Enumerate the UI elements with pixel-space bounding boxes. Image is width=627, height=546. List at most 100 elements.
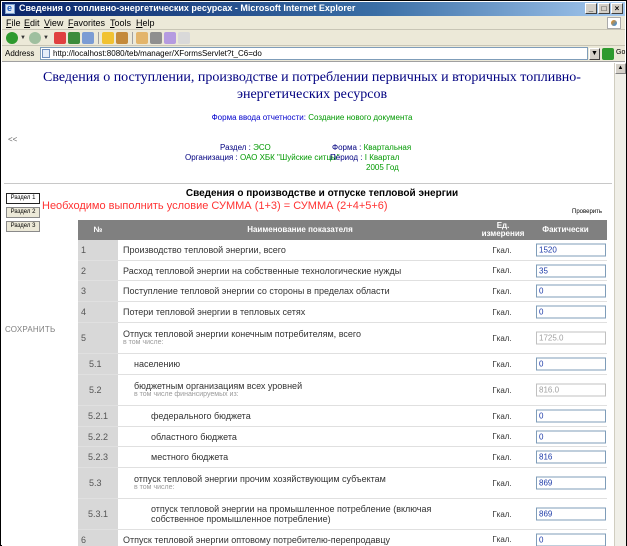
row-number: 5.3 (78, 468, 118, 498)
maximize-button[interactable]: □ (598, 3, 610, 14)
row-value-input[interactable]: 1520 (536, 243, 606, 257)
menu-help[interactable]: Help (136, 18, 155, 28)
row-unit: Гкал. (492, 478, 512, 488)
row-subtitle: в том числе: (123, 339, 164, 346)
row-name: областного бюджета (151, 427, 478, 446)
row-number-text: 5.2.2 (88, 431, 109, 442)
section-heading: Сведения о производстве и отпуске теплов… (185, 188, 459, 199)
mail-icon[interactable] (136, 32, 148, 44)
row-value-input: 816.0 (536, 383, 606, 397)
row-unit: Гкал. (492, 245, 512, 255)
row-unit: Гкал. (492, 307, 512, 317)
row-name-text: областного бюджета (151, 431, 237, 442)
discuss-icon[interactable] (178, 32, 190, 44)
row-name: отпуск тепловой энергии прочим хозяйству… (134, 468, 478, 498)
row-name-text: бюджетным организациям всех уровней (134, 381, 303, 391)
print-icon[interactable] (150, 32, 162, 44)
row-name-text: местного бюджета (151, 452, 229, 462)
row-number: 4 (78, 302, 118, 322)
period-meta-value: I Квартал (364, 153, 400, 162)
row-value-input[interactable]: 869 (536, 476, 606, 490)
header-name: Наименование показателя (247, 225, 353, 234)
menu-view[interactable]: View (44, 18, 63, 28)
go-label[interactable]: Go (616, 49, 625, 56)
menu-favorites[interactable]: Favorites (68, 18, 105, 28)
row-number: 5.3.1 (78, 499, 118, 529)
table-row: 5.2.1 федерального бюджета Гкал. 0 (78, 406, 607, 427)
forward-icon[interactable] (29, 32, 41, 44)
table-row: 2 Расход тепловой энергии на собственные … (78, 261, 607, 281)
row-name-text: Поступление тепловой энергии со стороны … (123, 286, 390, 296)
row-subtitle: в том числе: (134, 484, 175, 491)
row-number-text: 5.2 (89, 385, 102, 395)
organization-meta: Организация : ОАО ХБК "Шуйские ситцы" (185, 153, 340, 162)
table-row: 5.2 бюджетным организациям всех уровней в … (78, 375, 607, 406)
back-link[interactable]: << (8, 135, 17, 144)
section-meta-value: ЭСО (253, 143, 271, 152)
row-name-text: населению (134, 359, 181, 369)
row-number: 5.2.1 (78, 406, 118, 426)
row-value-input[interactable]: 0 (536, 533, 606, 546)
close-button[interactable]: × (611, 3, 623, 14)
menu-tools[interactable]: Tools (110, 18, 131, 28)
address-input[interactable]: http://localhost:8080/teb/manager/XForms… (40, 47, 588, 60)
save-button[interactable]: СОХРАНИТЬ (5, 325, 55, 334)
stop-icon[interactable] (54, 32, 66, 44)
row-number: 1 (78, 240, 118, 260)
row-name: бюджетным организациям всех уровней в том… (134, 375, 478, 405)
go-icon[interactable] (602, 48, 614, 60)
section-2-button[interactable]: Раздел 2 (6, 207, 40, 218)
home-icon[interactable] (82, 32, 94, 44)
row-value-input[interactable]: 0 (536, 305, 606, 319)
scroll-up-icon[interactable]: ▲ (615, 63, 626, 74)
row-name: Отпуск тепловой энергии конечным потреби… (123, 323, 478, 353)
refresh-icon[interactable] (68, 32, 80, 44)
row-value-input[interactable]: 0 (536, 357, 606, 371)
header-unit: Ед. измерения (481, 221, 525, 238)
table-row: 5.2.3 местного бюджета Гкал. 816 (78, 447, 607, 468)
menu-file[interactable]: File (6, 18, 21, 28)
row-name: Потери тепловой энергии в тепловых сетях (123, 302, 478, 322)
row-name-text: федерального бюджета (151, 411, 251, 421)
row-value-input[interactable]: 0 (536, 409, 606, 423)
row-number-text: 5.1 (89, 359, 102, 369)
row-number-text: 5.3 (89, 478, 102, 488)
row-value-input[interactable]: 869 (536, 507, 606, 521)
row-name-text: Отпуск тепловой энергии конечным потреби… (123, 329, 361, 339)
row-value-input: 1725.0 (536, 331, 606, 345)
history-icon[interactable] (116, 32, 128, 44)
vertical-scrollbar[interactable]: ▲ (614, 63, 626, 546)
row-value-input[interactable]: 35 (536, 264, 606, 277)
check-button[interactable]: Проверить (572, 209, 602, 215)
back-icon[interactable] (6, 32, 18, 44)
row-value-input[interactable]: 0 (536, 284, 606, 298)
row-value-input[interactable]: 0 (536, 430, 606, 443)
table-row: 1 Производство тепловой энергии, всего Гка… (78, 240, 607, 261)
menu-edit[interactable]: Edit (24, 18, 40, 28)
form-meta: Форма : Квартальная (332, 143, 411, 152)
row-name: Поступление тепловой энергии со стороны … (123, 281, 478, 301)
row-name-text: Расход тепловой энергии на собственные т… (123, 265, 402, 276)
edit-icon[interactable] (164, 32, 176, 44)
row-unit: Гкал. (492, 509, 512, 519)
period-year-value: 2005 Год (366, 163, 399, 172)
favorites-icon[interactable] (102, 32, 114, 44)
address-bar: Address http://localhost:8080/teb/manage… (2, 46, 625, 62)
minimize-button[interactable]: _ (585, 3, 597, 14)
back-dropdown-icon: ▼ (20, 35, 26, 41)
address-dropdown-icon[interactable]: ▼ (589, 48, 600, 60)
page-icon (42, 49, 50, 58)
table-row: 6 Отпуск тепловой энергии оптовому потреб… (78, 530, 607, 546)
validation-condition: Необходимо выполнить условие СУММА (1+3)… (42, 200, 388, 212)
section-1-button[interactable]: Раздел 1 (6, 193, 40, 204)
windows-logo-icon (607, 17, 621, 29)
row-name: Отпуск тепловой энергии оптовому потреби… (123, 530, 478, 546)
row-name: федерального бюджета (151, 406, 478, 426)
row-value-input[interactable]: 816 (536, 450, 606, 464)
divider (4, 183, 612, 184)
row-number: 6 (78, 530, 118, 546)
section-3-button[interactable]: Раздел 3 (6, 221, 40, 232)
table-row: 5.2.2 областного бюджета Гкал. 0 (78, 427, 607, 447)
row-name: местного бюджета (151, 447, 478, 467)
period-year: 2005 Год (366, 163, 399, 172)
